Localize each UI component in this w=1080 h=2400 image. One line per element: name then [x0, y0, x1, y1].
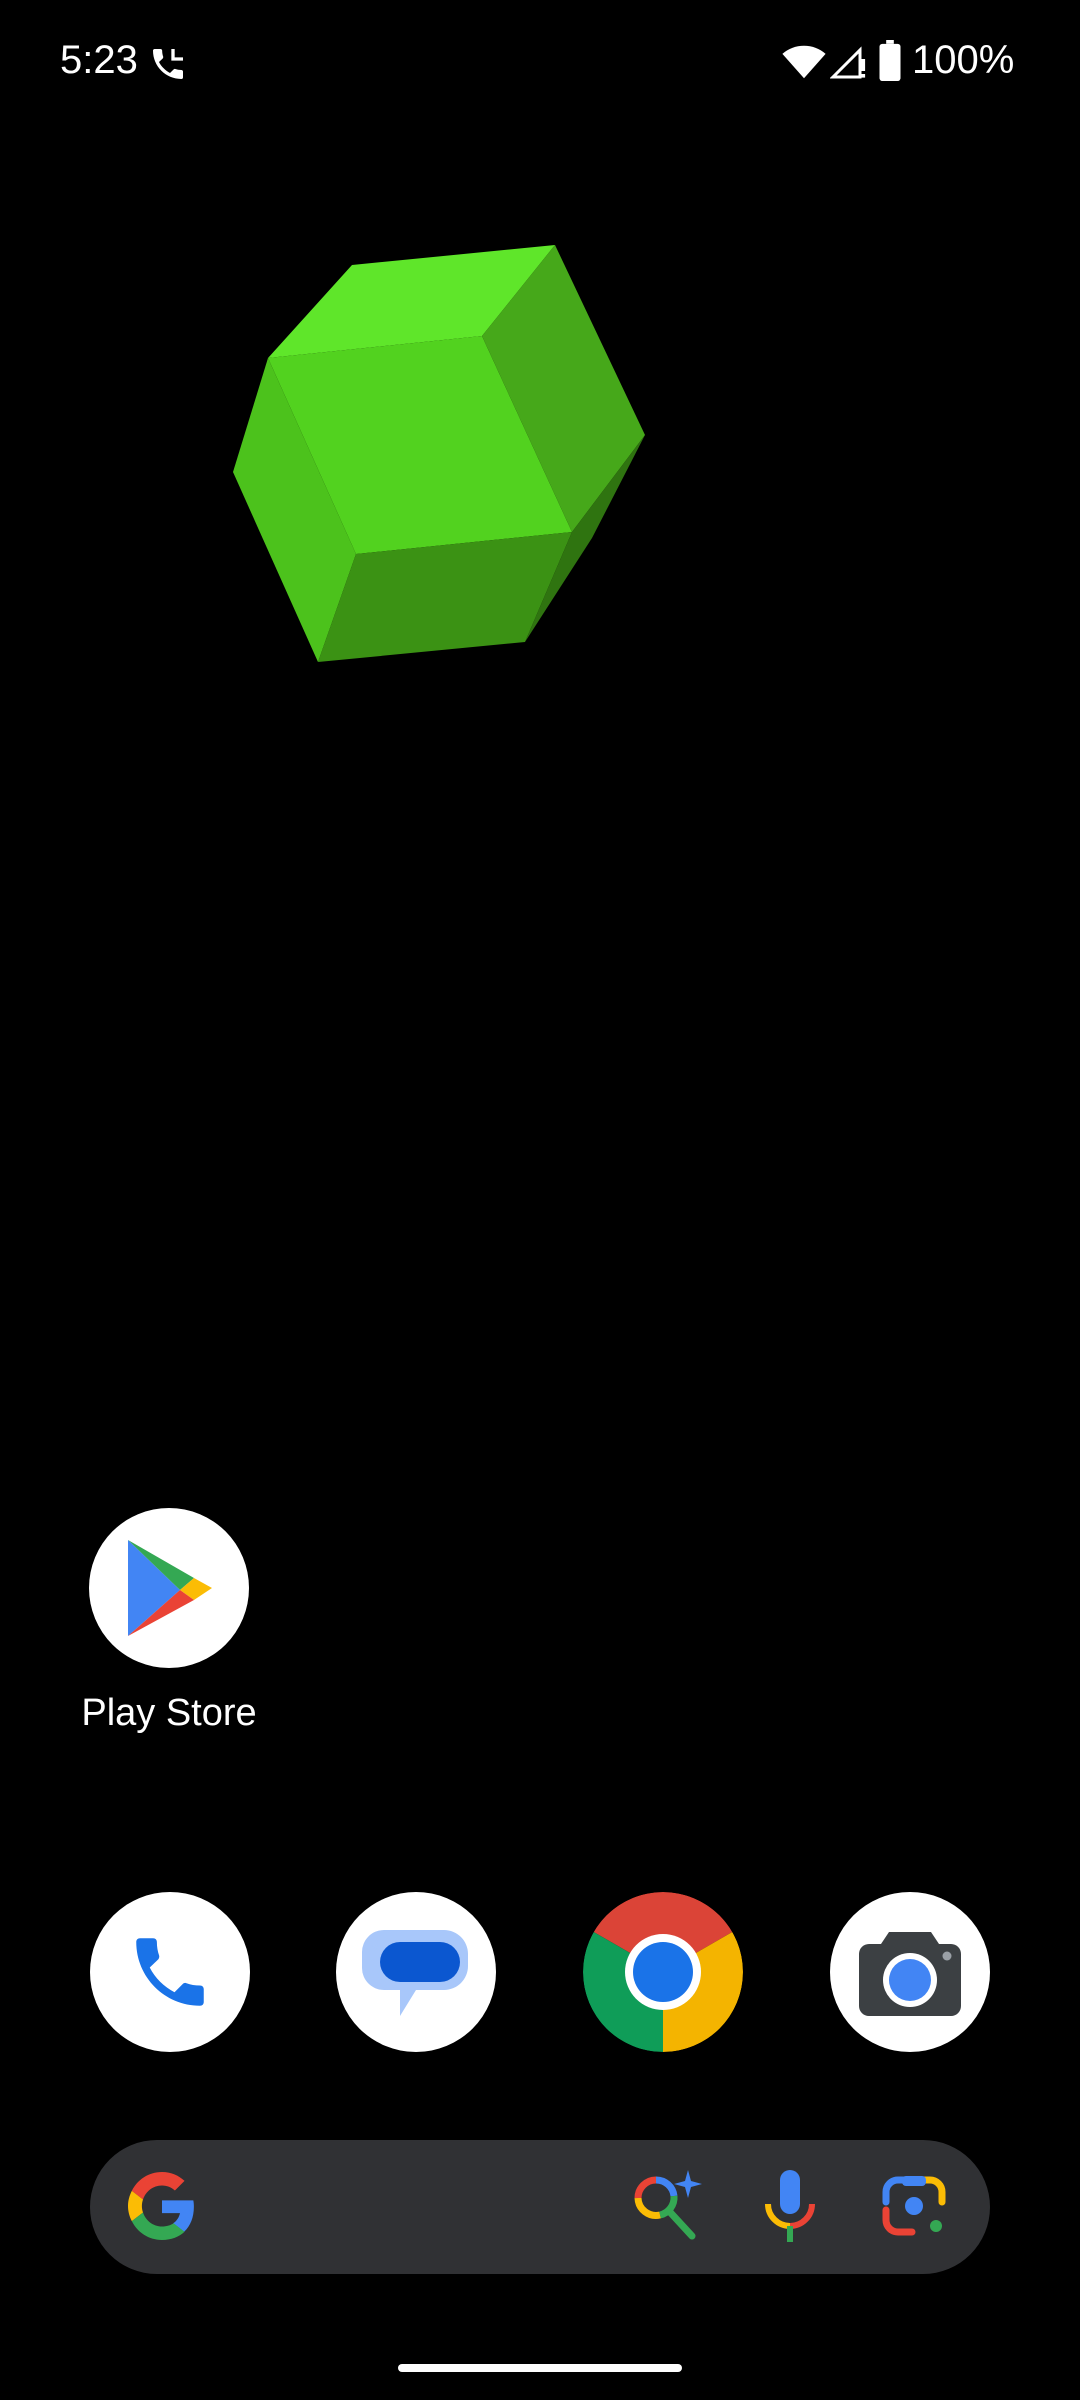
lens-search-icon[interactable]: [630, 2168, 706, 2244]
phone-call-icon: [153, 49, 183, 79]
app-play-store[interactable]: Play Store: [74, 1508, 264, 1735]
play-store-icon: [128, 1540, 212, 1636]
wallpaper-green-shape: [233, 245, 645, 662]
google-g-icon: [128, 2172, 194, 2240]
gesture-nav-handle[interactable]: [398, 2364, 682, 2372]
chrome-icon: [583, 1892, 743, 2052]
google-search-bar[interactable]: [90, 2140, 990, 2274]
play-store-app-icon[interactable]: [89, 1508, 249, 1668]
cell-signal-icon: [830, 46, 866, 79]
dock-phone[interactable]: [90, 1892, 250, 2052]
mic-icon[interactable]: [760, 2168, 820, 2246]
clock: 5:23: [60, 38, 138, 82]
dock-messages[interactable]: [336, 1892, 496, 2052]
messages-icon: [362, 1930, 468, 2016]
play-store-label: Play Store: [81, 1692, 257, 1734]
battery-icon: [879, 40, 901, 82]
wifi-icon: [782, 45, 826, 79]
camera-icon: [859, 1932, 961, 2016]
battery-percentage: 100%: [912, 38, 1015, 82]
lens-camera-icon[interactable]: [880, 2172, 948, 2240]
status-bar: 5:23 100%: [0, 0, 1080, 130]
phone-icon: [136, 1938, 204, 2006]
dock-camera[interactable]: [830, 1892, 990, 2052]
dock-chrome[interactable]: [583, 1892, 743, 2052]
